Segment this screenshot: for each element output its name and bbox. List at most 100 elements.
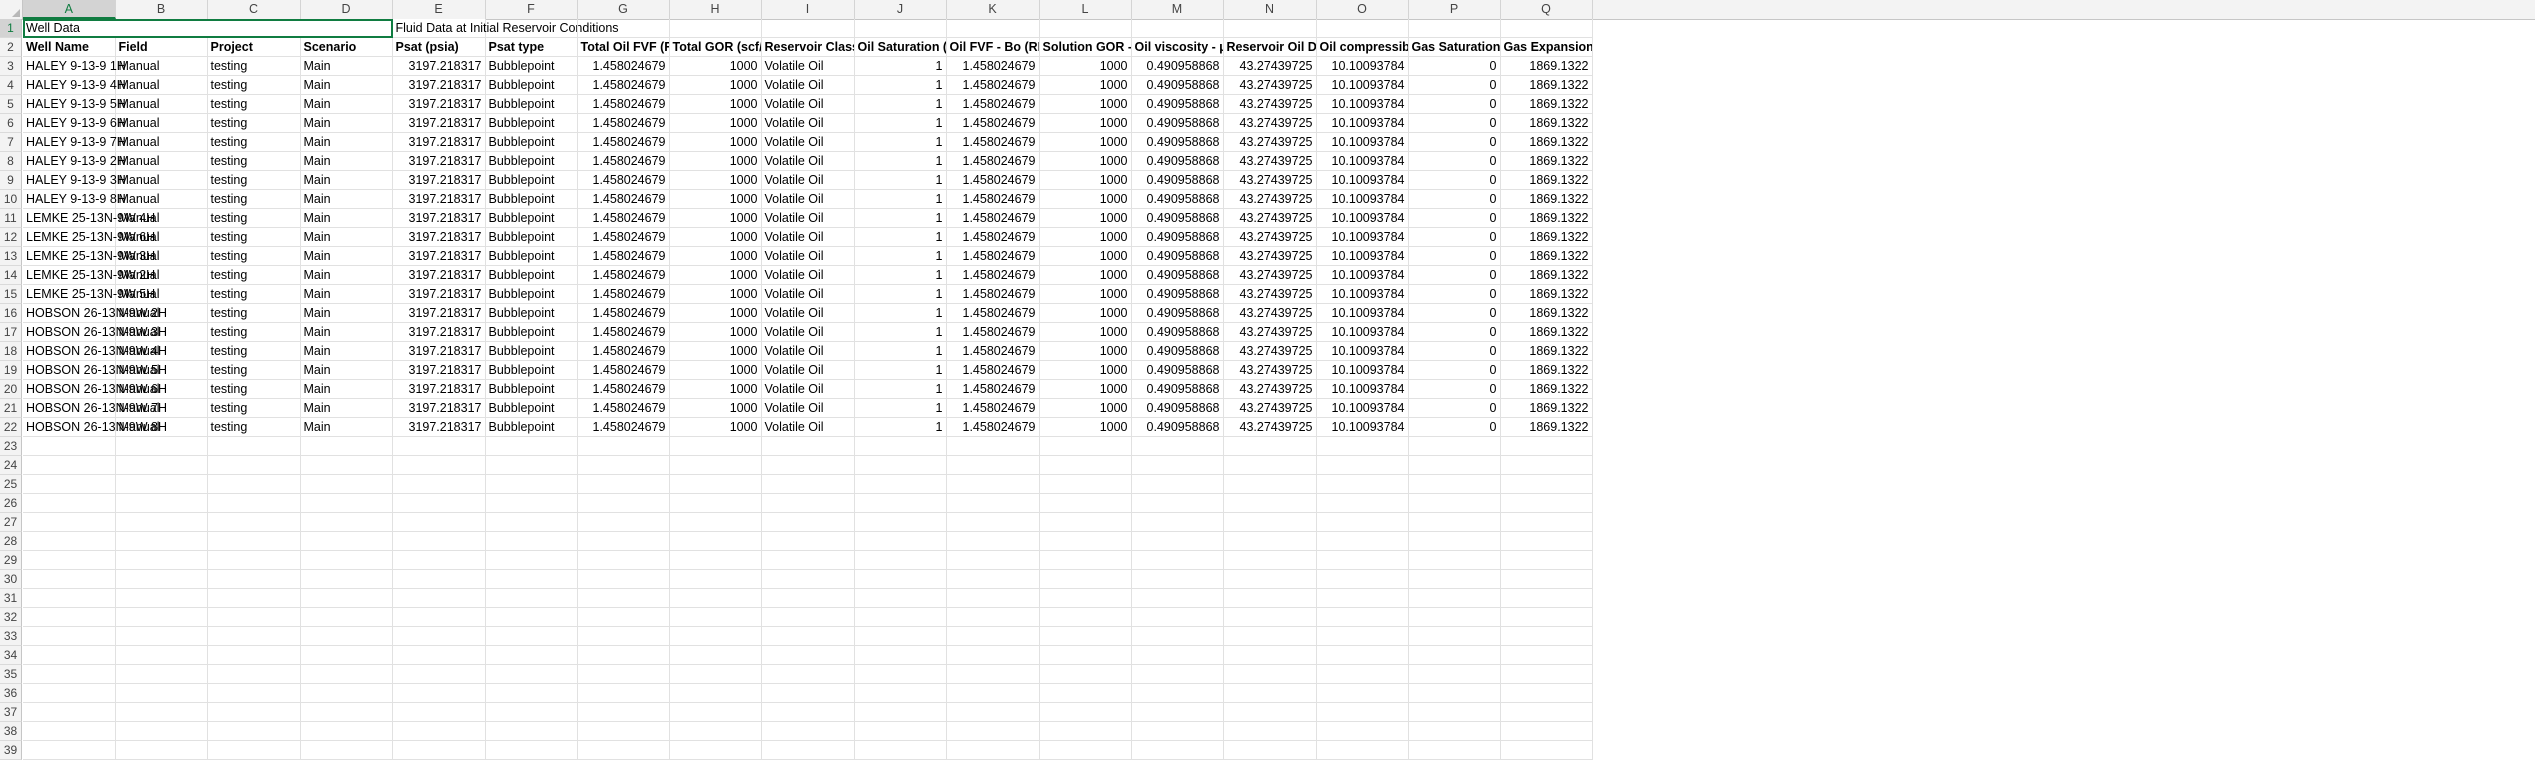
cell-i29[interactable] [761,551,855,570]
data-cell-oil-fvf-bo[interactable]: 1.458024679 [946,285,1040,304]
data-cell-gas-expansion[interactable]: 1869.1322 [1500,266,1593,285]
cell-o25[interactable] [1316,475,1409,494]
data-cell-total-gor[interactable]: 1000 [669,95,762,114]
cell-n30[interactable] [1223,570,1317,589]
cell-q28[interactable] [1500,532,1593,551]
row-header-2[interactable]: 2 [0,38,22,57]
cell-q39[interactable] [1500,741,1593,760]
data-cell-total-oil-fvf[interactable]: 1.458024679 [577,418,670,437]
column-header-b[interactable]: B [116,0,208,19]
cell-c29[interactable] [207,551,301,570]
data-cell-project[interactable]: testing [207,247,301,266]
cell-b37[interactable] [115,703,208,722]
cell-q30[interactable] [1500,570,1593,589]
data-cell-gas-expansion[interactable]: 1869.1322 [1500,152,1593,171]
column-header-c[interactable]: C [208,0,301,19]
data-cell-oil-compressibility[interactable]: 10.10093784 [1316,247,1409,266]
data-cell-total-gor[interactable]: 1000 [669,266,762,285]
data-cell-gas-saturation[interactable]: 0 [1408,228,1501,247]
cell-j36[interactable] [854,684,947,703]
well-name-cell[interactable]: HOBSON 26-13N-9W 7H [23,399,167,418]
cell-p30[interactable] [1408,570,1501,589]
data-cell-total-oil-fvf[interactable]: 1.458024679 [577,114,670,133]
cell-f31[interactable] [485,589,578,608]
column-title-g[interactable]: Total Oil FVF (RB/STB) [577,38,670,57]
row-header-12[interactable]: 12 [0,228,22,247]
column-header-f[interactable]: F [486,0,578,19]
data-cell-oil-compressibility[interactable]: 10.10093784 [1316,209,1409,228]
cell-k23[interactable] [946,437,1040,456]
cell-m29[interactable] [1131,551,1224,570]
cell-g26[interactable] [577,494,670,513]
data-cell-field[interactable]: Manual [115,380,208,399]
cell-q1[interactable] [1500,19,1593,38]
data-cell-oil-compressibility[interactable]: 10.10093784 [1316,304,1409,323]
cell-h28[interactable] [669,532,762,551]
cell-e23[interactable] [392,437,486,456]
data-cell-gas-expansion[interactable]: 1869.1322 [1500,209,1593,228]
row-header-23[interactable]: 23 [0,437,22,456]
well-name-cell[interactable]: HALEY 9-13-9 2H [23,152,126,171]
cell-k36[interactable] [946,684,1040,703]
cell-i24[interactable] [761,456,855,475]
data-cell-solution-gor[interactable]: 1000 [1039,361,1132,380]
cell-q25[interactable] [1500,475,1593,494]
cell-j34[interactable] [854,646,947,665]
cell-e37[interactable] [392,703,486,722]
row-header-38[interactable]: 38 [0,722,22,741]
cell-f27[interactable] [485,513,578,532]
data-cell-scenario[interactable]: Main [300,95,393,114]
cell-m1[interactable] [1131,19,1224,38]
cell-p39[interactable] [1408,741,1501,760]
cell-p34[interactable] [1408,646,1501,665]
cell-h25[interactable] [669,475,762,494]
cell-j23[interactable] [854,437,947,456]
data-cell-gas-expansion[interactable]: 1869.1322 [1500,171,1593,190]
data-cell-total-oil-fvf[interactable]: 1.458024679 [577,190,670,209]
data-cell-oil-compressibility[interactable]: 10.10093784 [1316,171,1409,190]
cell-n28[interactable] [1223,532,1317,551]
cell-l31[interactable] [1039,589,1132,608]
cell-g30[interactable] [577,570,670,589]
cell-j31[interactable] [854,589,947,608]
data-cell-oil-saturation[interactable]: 1 [854,76,947,95]
cell-l35[interactable] [1039,665,1132,684]
well-name-cell[interactable]: HOBSON 26-13N-9W 5H [23,361,167,380]
data-cell-project[interactable]: testing [207,361,301,380]
cell-k38[interactable] [946,722,1040,741]
data-cell-field[interactable]: Manual [115,190,208,209]
row-header-39[interactable]: 39 [0,741,22,760]
data-cell-psat[interactable]: 3197.218317 [392,133,486,152]
cell-f36[interactable] [485,684,578,703]
cell-q26[interactable] [1500,494,1593,513]
row-header-18[interactable]: 18 [0,342,22,361]
column-header-e[interactable]: E [393,0,486,19]
data-cell-total-oil-fvf[interactable]: 1.458024679 [577,209,670,228]
data-cell-oil-saturation[interactable]: 1 [854,133,947,152]
cell-d23[interactable] [300,437,393,456]
cell-f29[interactable] [485,551,578,570]
data-cell-project[interactable]: testing [207,152,301,171]
data-cell-oil-fvf-bo[interactable]: 1.458024679 [946,95,1040,114]
well-name-cell[interactable]: HALEY 9-13-9 1H [23,57,126,76]
cell-p32[interactable] [1408,608,1501,627]
cell-q38[interactable] [1500,722,1593,741]
cell-f38[interactable] [485,722,578,741]
data-cell-field[interactable]: Manual [115,266,208,285]
cell-q24[interactable] [1500,456,1593,475]
data-cell-psat-type[interactable]: Bubblepoint [485,285,578,304]
row-header-14[interactable]: 14 [0,266,22,285]
cell-j27[interactable] [854,513,947,532]
data-cell-total-gor[interactable]: 1000 [669,171,762,190]
cell-k30[interactable] [946,570,1040,589]
cell-p29[interactable] [1408,551,1501,570]
column-header-a[interactable]: A [23,0,116,19]
data-cell-psat-type[interactable]: Bubblepoint [485,171,578,190]
data-cell-psat[interactable]: 3197.218317 [392,171,486,190]
cell-h24[interactable] [669,456,762,475]
cell-b35[interactable] [115,665,208,684]
data-cell-oil-density[interactable]: 43.27439725 [1223,152,1317,171]
data-cell-total-oil-fvf[interactable]: 1.458024679 [577,380,670,399]
cell-c30[interactable] [207,570,301,589]
cell-g29[interactable] [577,551,670,570]
